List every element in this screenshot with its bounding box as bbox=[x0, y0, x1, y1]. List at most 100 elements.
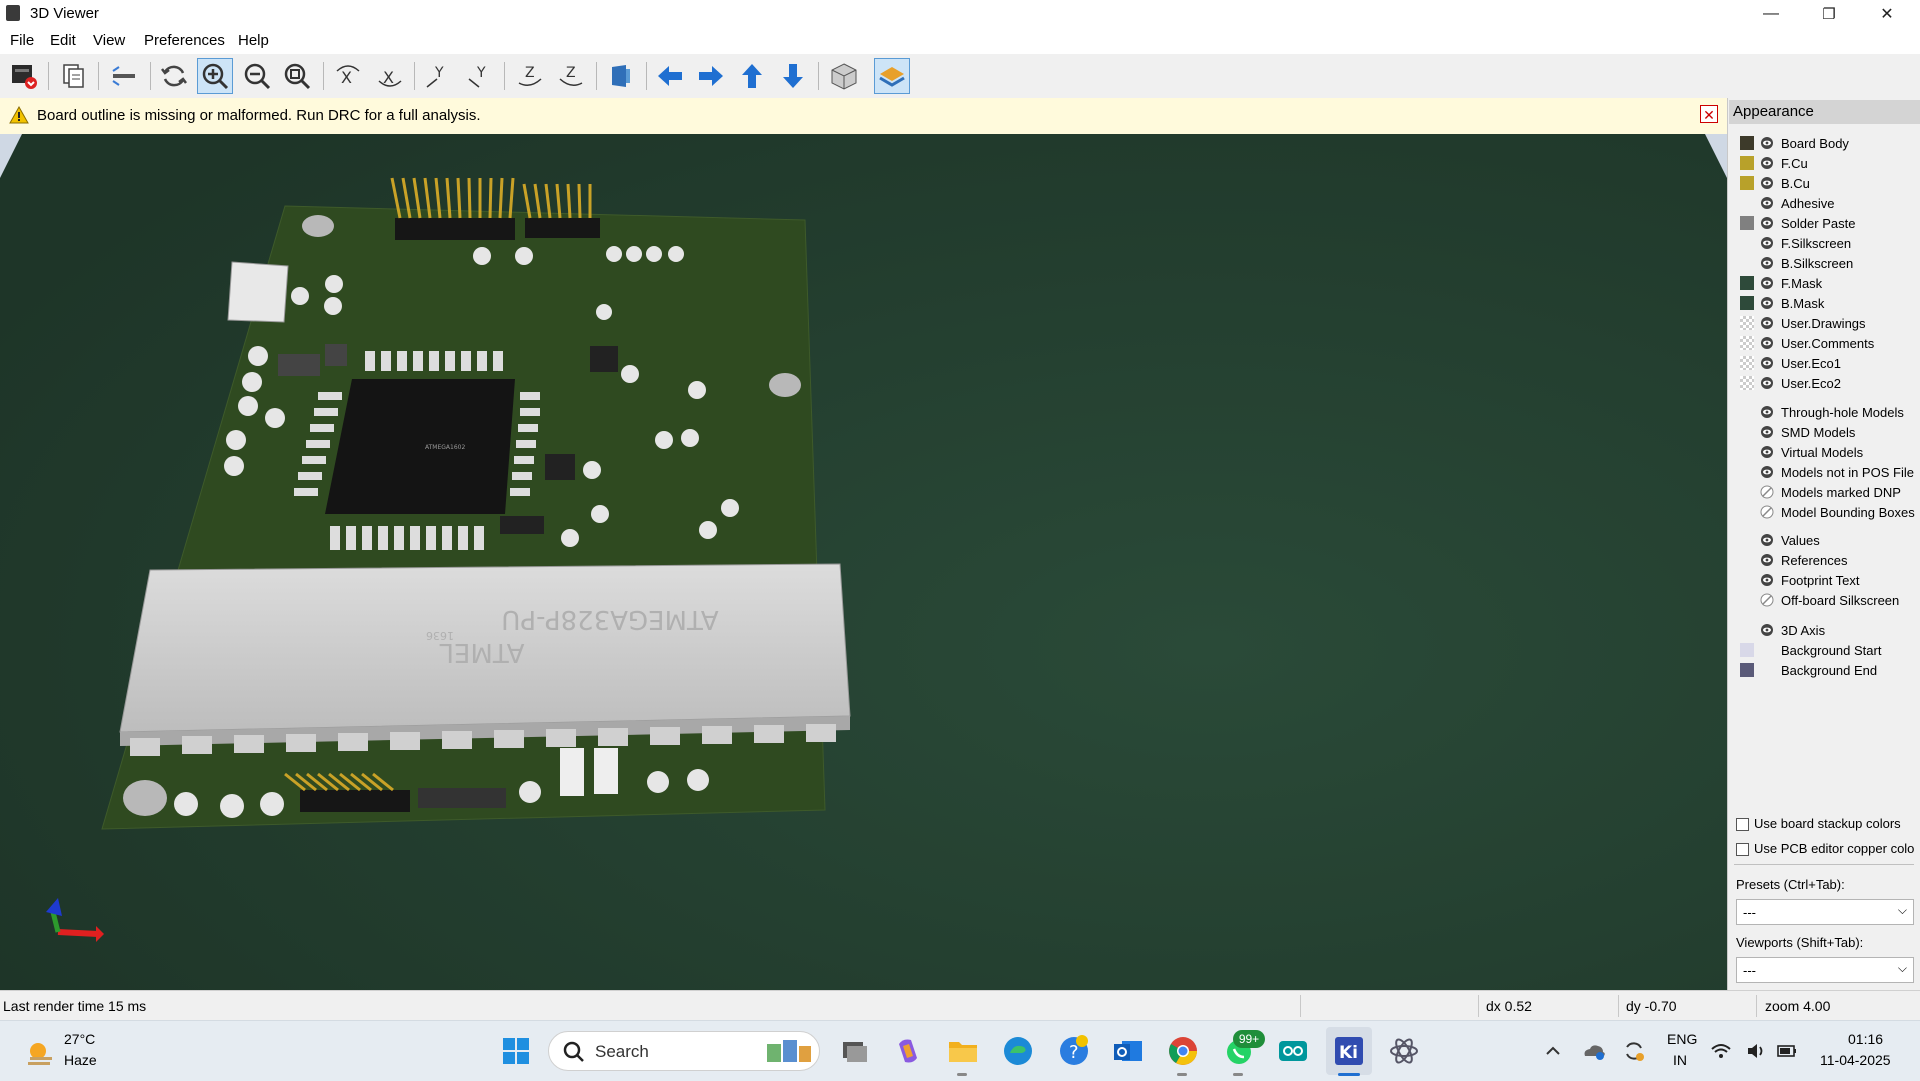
color-swatch[interactable] bbox=[1740, 236, 1754, 250]
appearance-row-adhesive[interactable]: Adhesive bbox=[1740, 193, 1834, 213]
volume-icon[interactable] bbox=[1743, 1033, 1769, 1069]
eye-icon[interactable] bbox=[1760, 405, 1774, 419]
appearance-row-board-body[interactable]: Board Body bbox=[1740, 133, 1849, 153]
appearance-row-off-board-silkscreen[interactable]: Off-board Silkscreen bbox=[1740, 590, 1899, 610]
color-swatch[interactable] bbox=[1740, 376, 1754, 390]
color-swatch[interactable] bbox=[1740, 336, 1754, 350]
close-button[interactable]: ✕ bbox=[1858, 0, 1916, 28]
task-view-icon[interactable] bbox=[836, 1033, 872, 1069]
appearance-row-values[interactable]: Values bbox=[1740, 530, 1820, 550]
pan-right-button[interactable] bbox=[693, 58, 729, 94]
menu-file[interactable]: File bbox=[10, 32, 34, 49]
eye-icon[interactable] bbox=[1760, 136, 1774, 150]
appearance-row-through-hole-models[interactable]: Through-hole Models bbox=[1740, 402, 1904, 422]
battery-icon[interactable] bbox=[1774, 1033, 1800, 1069]
copy-image-button[interactable] bbox=[56, 58, 92, 94]
color-swatch[interactable] bbox=[1740, 256, 1754, 270]
outlook-icon[interactable] bbox=[1110, 1033, 1146, 1069]
pan-up-button[interactable] bbox=[734, 58, 770, 94]
clock-time[interactable]: 01:16 bbox=[1848, 1031, 1883, 1047]
appearance-row-f-mask[interactable]: F.Mask bbox=[1740, 273, 1822, 293]
use-board-stackup-checkbox[interactable] bbox=[1736, 818, 1749, 831]
eye-icon[interactable] bbox=[1760, 316, 1774, 330]
wifi-icon[interactable] bbox=[1708, 1033, 1734, 1069]
color-swatch[interactable] bbox=[1740, 663, 1754, 677]
color-swatch[interactable] bbox=[1740, 296, 1754, 310]
rotate-z-ccw-button[interactable]: Z bbox=[553, 58, 589, 94]
chrome-icon[interactable] bbox=[1165, 1033, 1201, 1069]
help-icon[interactable]: ? bbox=[1056, 1033, 1092, 1069]
color-swatch[interactable] bbox=[1740, 316, 1754, 330]
language-region[interactable]: IN bbox=[1673, 1052, 1687, 1068]
pan-down-button[interactable] bbox=[775, 58, 811, 94]
appearance-row-background-start[interactable]: Background Start bbox=[1740, 640, 1881, 660]
eye-off-icon[interactable] bbox=[1760, 505, 1774, 519]
appearance-row-3d-axis[interactable]: 3D Axis bbox=[1740, 620, 1825, 640]
zoom-in-button[interactable] bbox=[197, 58, 233, 94]
color-swatch[interactable] bbox=[1740, 176, 1754, 190]
appearance-row-model-bounding-boxes[interactable]: Model Bounding Boxes bbox=[1740, 502, 1915, 522]
appearance-manager-button[interactable] bbox=[874, 58, 910, 94]
eye-icon[interactable] bbox=[1760, 356, 1774, 370]
3d-viewer-task-icon[interactable] bbox=[1386, 1033, 1422, 1069]
appearance-row-solder-paste[interactable]: Solder Paste bbox=[1740, 213, 1855, 233]
appearance-row-b-silkscreen[interactable]: B.Silkscreen bbox=[1740, 253, 1853, 273]
appearance-row-b-mask[interactable]: B.Mask bbox=[1740, 293, 1824, 313]
eye-icon[interactable] bbox=[1760, 425, 1774, 439]
eye-icon[interactable] bbox=[1760, 376, 1774, 390]
rotate-x-ccw-button[interactable]: X bbox=[372, 58, 408, 94]
eye-icon[interactable] bbox=[1760, 445, 1774, 459]
color-swatch[interactable] bbox=[1740, 643, 1754, 657]
flip-board-button[interactable] bbox=[106, 58, 142, 94]
weather-icon[interactable] bbox=[22, 1035, 58, 1071]
eye-off-icon[interactable] bbox=[1760, 485, 1774, 499]
eye-icon[interactable] bbox=[1760, 623, 1774, 637]
rotate-y-cw-button[interactable]: Y bbox=[420, 58, 456, 94]
reload-button[interactable] bbox=[156, 58, 192, 94]
appearance-row-models-not-in-pos-file[interactable]: Models not in POS File bbox=[1740, 462, 1914, 482]
taskbar-search[interactable]: Search bbox=[548, 1031, 820, 1071]
appearance-row-user-eco1[interactable]: User.Eco1 bbox=[1740, 353, 1841, 373]
arduino-icon[interactable] bbox=[1275, 1033, 1311, 1069]
rotate-x-cw-button[interactable]: X bbox=[330, 58, 366, 94]
menu-help[interactable]: Help bbox=[238, 32, 269, 49]
menu-preferences[interactable]: Preferences bbox=[144, 32, 225, 49]
warning-close-icon[interactable]: ✕ bbox=[1700, 105, 1718, 123]
start-button[interactable] bbox=[498, 1033, 534, 1069]
eye-off-icon[interactable] bbox=[1760, 593, 1774, 607]
flip-view-button[interactable] bbox=[603, 58, 639, 94]
rotate-y-ccw-button[interactable]: Y bbox=[462, 58, 498, 94]
render-raytrace-button[interactable] bbox=[6, 58, 42, 94]
kicad-icon[interactable]: Ki bbox=[1331, 1033, 1367, 1069]
edge-icon[interactable] bbox=[1000, 1033, 1036, 1069]
zoom-out-button[interactable] bbox=[239, 58, 275, 94]
eye-icon[interactable] bbox=[1760, 336, 1774, 350]
eye-icon[interactable] bbox=[1760, 176, 1774, 190]
appearance-row-user-comments[interactable]: User.Comments bbox=[1740, 333, 1874, 353]
color-swatch[interactable] bbox=[1740, 136, 1754, 150]
eye-icon[interactable] bbox=[1760, 236, 1774, 250]
sync-icon[interactable] bbox=[1616, 1033, 1652, 1069]
onedrive-icon[interactable] bbox=[1576, 1033, 1612, 1069]
clock-date[interactable]: 11-04-2025 bbox=[1820, 1052, 1891, 1068]
eye-icon[interactable] bbox=[1760, 533, 1774, 547]
appearance-row-f-silkscreen[interactable]: F.Silkscreen bbox=[1740, 233, 1851, 253]
eye-icon[interactable] bbox=[1760, 256, 1774, 270]
color-swatch[interactable] bbox=[1740, 276, 1754, 290]
menu-view[interactable]: View bbox=[93, 32, 125, 49]
eye-icon[interactable] bbox=[1760, 553, 1774, 567]
appearance-row-models-marked-dnp[interactable]: Models marked DNP bbox=[1740, 482, 1901, 502]
appearance-row-f-cu[interactable]: F.Cu bbox=[1740, 153, 1808, 173]
zoom-fit-button[interactable] bbox=[279, 58, 315, 94]
eye-icon[interactable] bbox=[1760, 216, 1774, 230]
3d-viewport[interactable]: ATMEGA1602 ATMEGA328P-PU ATMEL 1636 bbox=[0, 134, 1727, 990]
presets-select[interactable]: --- ⌵ bbox=[1736, 899, 1914, 925]
color-swatch[interactable] bbox=[1740, 156, 1754, 170]
eye-icon[interactable] bbox=[1760, 465, 1774, 479]
minimize-button[interactable]: — bbox=[1742, 0, 1800, 28]
color-swatch[interactable] bbox=[1740, 356, 1754, 370]
rotate-z-cw-button[interactable]: Z bbox=[512, 58, 548, 94]
eye-icon[interactable] bbox=[1760, 296, 1774, 310]
appearance-row-references[interactable]: References bbox=[1740, 550, 1847, 570]
orthographic-button[interactable] bbox=[826, 58, 862, 94]
